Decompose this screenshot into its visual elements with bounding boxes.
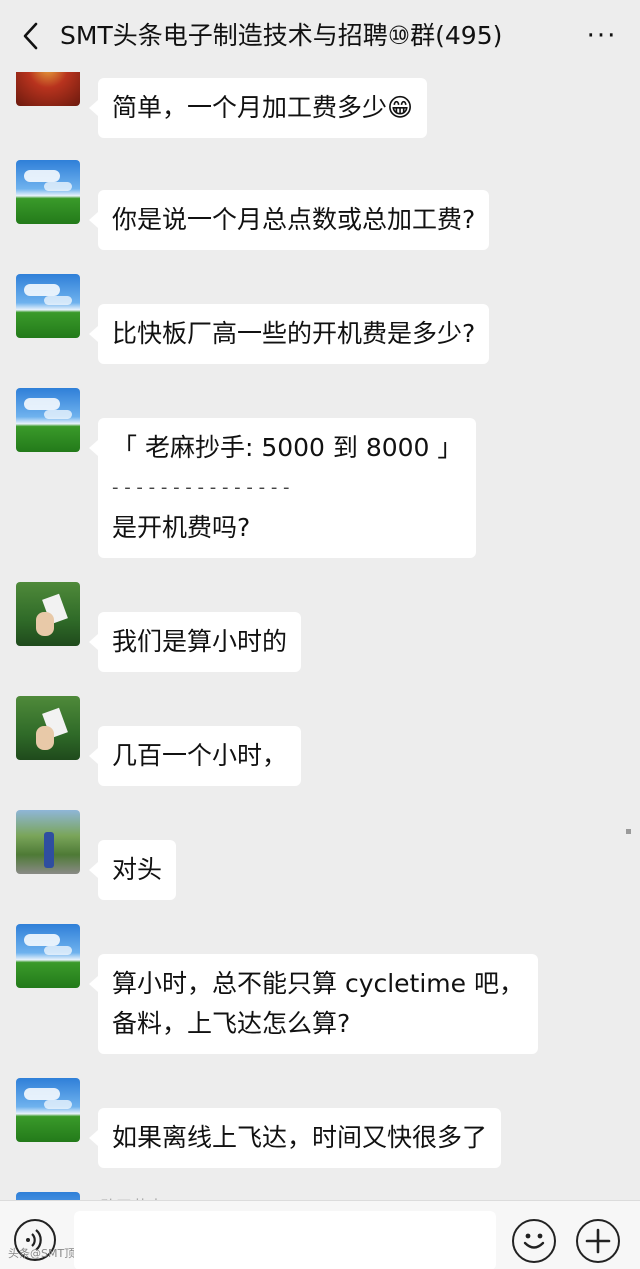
message-bubble[interactable]: 如果离线上飞达，时间又快很多了 [88,1108,502,1168]
message-text: 算小时，总不能只算 cycletime 吧， [112,969,524,998]
emoji-button[interactable] [512,1219,556,1263]
avatar[interactable] [16,388,80,452]
message-text: 你是说一个月总点数或总加工费? [112,205,476,234]
avatar[interactable] [16,1192,80,1200]
chat-header: SMT头条电子制造技术与招聘⑩群(495) ··· [0,0,640,72]
chevron-left-icon [23,22,38,50]
quote-divider: - - - - - - - - - - - - - - - [112,477,290,498]
message-bubble[interactable]: 几百一个小时， [88,726,302,786]
emoji-icon [523,1233,545,1249]
scroll-indicator [626,829,631,834]
message-bubble[interactable]: 比快板厂高一些的开机费是多少? [88,304,490,364]
message-input[interactable] [74,1211,496,1269]
more-options-button[interactable]: ··· [582,18,622,54]
message-text: 比快板厂高一些的开机费是多少? [112,319,476,348]
message-text: 如果离线上飞达，时间又快很多了 [112,1123,488,1152]
avatar[interactable] [16,696,80,760]
avatar[interactable] [16,1078,80,1142]
message-text: 备料，上飞达怎么算? [112,1009,351,1038]
message-bubble[interactable]: 我们是算小时的 [88,612,302,672]
plus-icon [585,1228,611,1254]
input-bar: 头条@SMT顶尖 [0,1200,640,1269]
message-bubble[interactable]: 简单，一个月加工费多少😁 [88,78,428,138]
message-text: 对头 [112,855,163,884]
back-button[interactable] [12,18,48,54]
quoted-text: 「 老麻抄手: 5000 到 8000 」 [112,433,463,462]
message-bubble[interactable]: 对头 [88,840,177,900]
avatar[interactable] [16,924,80,988]
message-list[interactable]: 简单，一个月加工费多少😁 你是说一个月总点数或总加工费? 比快板厂高一些的开机费… [0,72,640,1200]
message-text: 简单，一个月加工费多少😁 [112,93,414,122]
avatar[interactable] [16,72,80,106]
message-bubble[interactable]: 你是说一个月总点数或总加工费? [88,190,490,250]
message-bubble[interactable]: 算小时，总不能只算 cycletime 吧， 备料，上飞达怎么算? [89,954,538,1054]
avatar[interactable] [16,582,80,646]
chat-title: SMT头条电子制造技术与招聘⑩群(495) [60,21,503,50]
avatar[interactable] [16,160,80,224]
avatar[interactable] [16,810,80,874]
plus-button[interactable] [576,1219,620,1263]
message-bubble[interactable]: 「 老麻抄手: 5000 到 8000 」 - - - - - - - - - … [88,418,477,558]
message-text: 是开机费吗? [112,513,251,542]
message-text: 几百一个小时， [112,741,288,770]
message-text: 我们是算小时的 [112,627,288,656]
avatar[interactable] [16,274,80,338]
